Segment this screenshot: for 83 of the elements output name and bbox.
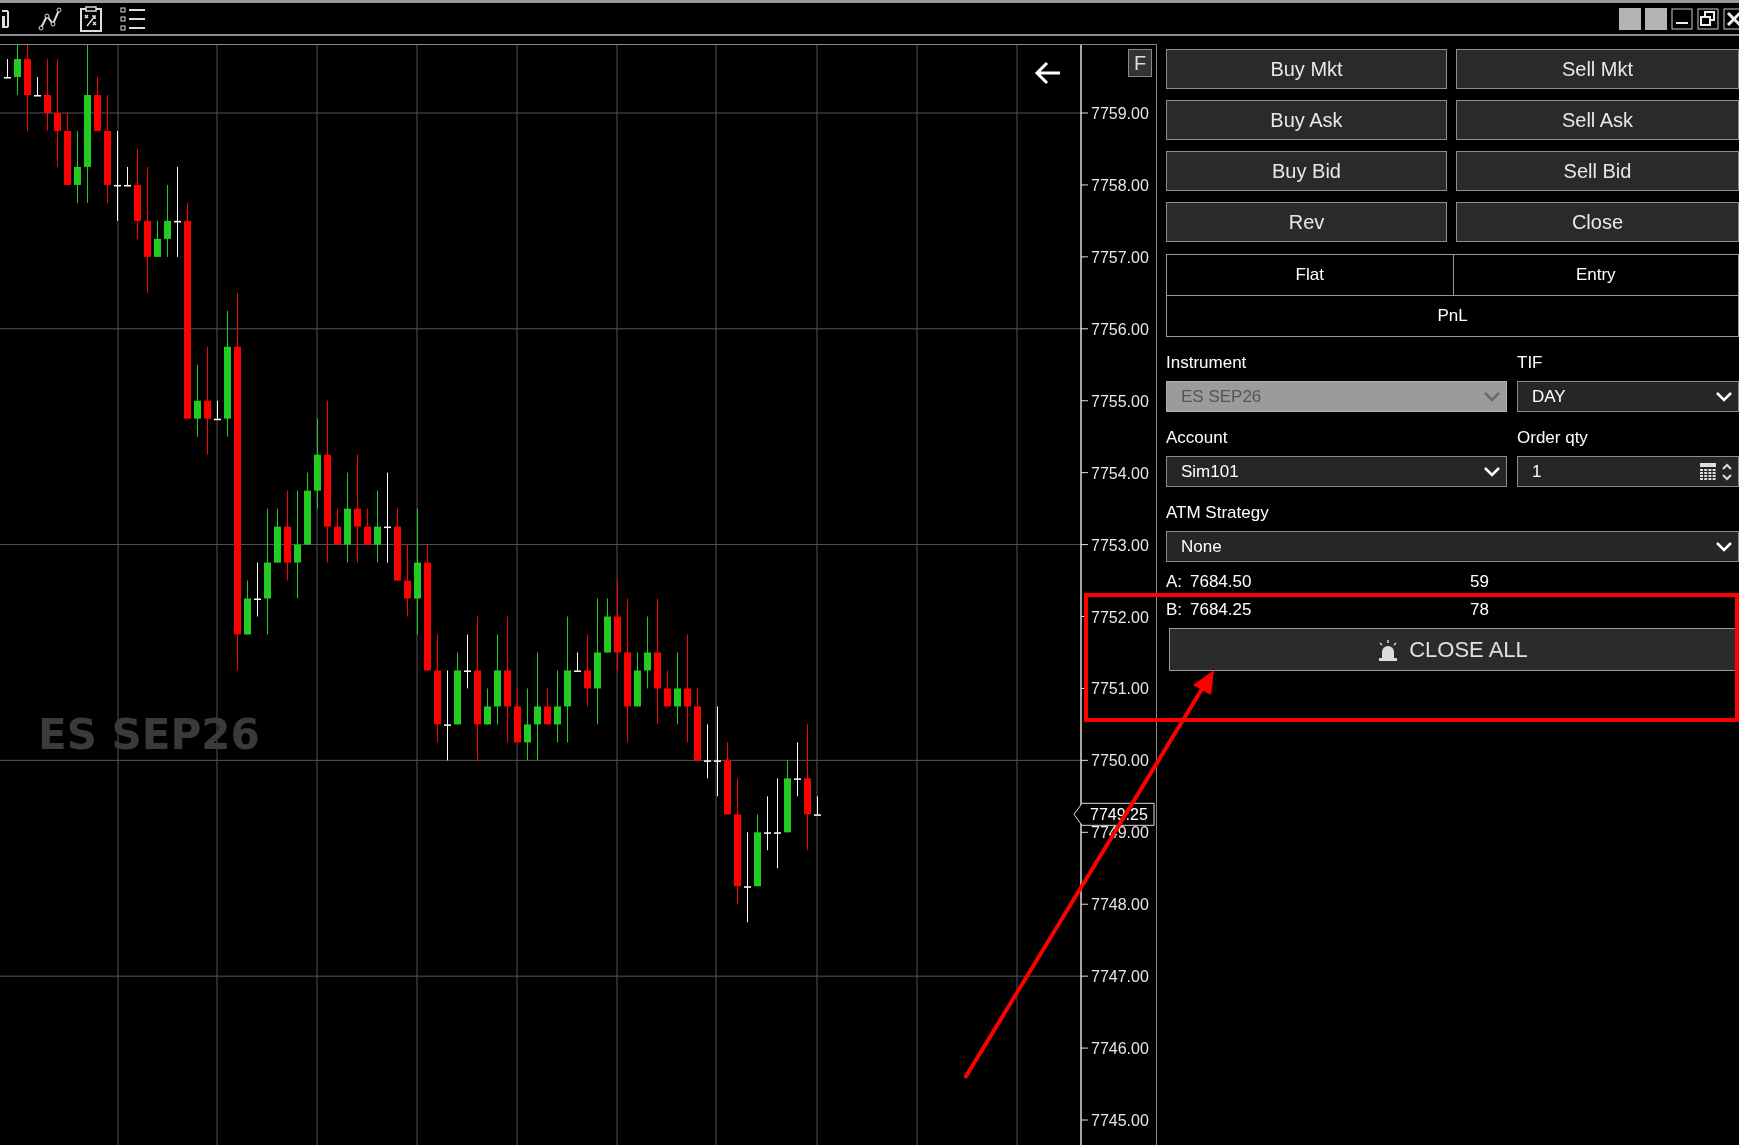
axis-label: 7753.00 xyxy=(1091,536,1149,554)
instrument-watermark: ES SEP26 xyxy=(38,710,260,759)
candle xyxy=(154,220,161,258)
candle xyxy=(574,651,581,672)
dropdown-field[interactable]: DAY xyxy=(1517,381,1739,412)
quote-price: 7684.25 xyxy=(1190,600,1253,620)
clipboard-icon[interactable] xyxy=(80,5,102,32)
candle xyxy=(274,508,281,564)
field-label: ATM Strategy xyxy=(1166,502,1270,524)
spinner-arrows-icon[interactable] xyxy=(1722,461,1732,482)
candle xyxy=(334,508,341,546)
chevron-down-icon xyxy=(1716,541,1732,552)
axis-label: 7750.00 xyxy=(1091,752,1149,770)
candle xyxy=(704,723,711,779)
f-button[interactable]: F xyxy=(1128,49,1152,77)
dropdown-field[interactable]: None xyxy=(1166,531,1739,562)
order-button[interactable]: Buy Mkt xyxy=(1166,49,1447,89)
axis-label: 7752.00 xyxy=(1091,608,1149,626)
candle xyxy=(794,741,801,797)
candle xyxy=(214,400,221,421)
close-icon[interactable] xyxy=(1723,7,1739,30)
axis-label: 7759.00 xyxy=(1091,105,1149,122)
field-label: Account xyxy=(1166,427,1229,449)
chevron-down-icon xyxy=(1484,391,1500,402)
list-icon[interactable] xyxy=(120,6,146,31)
pnl-cell: PnL xyxy=(1167,295,1738,336)
order-button[interactable]: Sell Ask xyxy=(1456,100,1739,140)
alarm-light-icon xyxy=(1377,638,1400,661)
candle xyxy=(664,669,671,707)
back-arrow-icon[interactable] xyxy=(1034,61,1062,85)
candle xyxy=(814,795,821,816)
dropdown-field[interactable]: Sim101 xyxy=(1166,456,1507,487)
axis-label: 7746.00 xyxy=(1091,1040,1149,1058)
minimize-icon[interactable] xyxy=(1671,7,1693,30)
order-button[interactable]: Buy Ask xyxy=(1166,100,1447,140)
axis-label: 7747.00 xyxy=(1091,968,1149,986)
order-button[interactable]: Sell Mkt xyxy=(1456,49,1739,89)
candle xyxy=(484,687,491,725)
order-button[interactable]: Rev xyxy=(1166,202,1447,242)
order-button[interactable]: Sell Bid xyxy=(1456,151,1739,191)
candle xyxy=(94,76,101,132)
quote-size: 78 xyxy=(1470,600,1490,620)
order-button[interactable]: Buy Bid xyxy=(1166,151,1447,191)
candle xyxy=(764,795,771,851)
position-cell-text: Flat xyxy=(1294,264,1325,286)
candle xyxy=(244,580,251,635)
restore-icon[interactable] xyxy=(1697,7,1719,30)
quote-side: A: xyxy=(1166,572,1184,592)
quantity-field[interactable]: 1 xyxy=(1517,456,1739,487)
axis-label: 7745.00 xyxy=(1091,1112,1149,1129)
candle xyxy=(364,508,371,546)
candle xyxy=(634,651,641,707)
axis-label: 7748.00 xyxy=(1091,896,1149,914)
candle xyxy=(254,562,261,617)
quote-size: 59 xyxy=(1470,572,1490,592)
axis-label: 7754.00 xyxy=(1091,464,1149,482)
field-label: Order qty xyxy=(1517,427,1589,449)
quote-price: 7684.50 xyxy=(1190,572,1253,592)
position-cell: Entry xyxy=(1452,255,1738,295)
close-all-button[interactable]: CLOSE ALL xyxy=(1169,628,1736,671)
chevron-down-icon xyxy=(1716,391,1732,402)
candle xyxy=(544,687,551,725)
axis-label: 7758.00 xyxy=(1091,176,1149,194)
order-button[interactable]: Close xyxy=(1456,202,1739,242)
candle xyxy=(124,166,131,187)
candle xyxy=(604,598,611,653)
candle xyxy=(464,634,471,689)
line-chart-icon[interactable] xyxy=(38,6,62,31)
candle xyxy=(14,45,21,96)
calculator-icon[interactable] xyxy=(1700,462,1716,481)
window-button[interactable] xyxy=(1645,7,1667,30)
candle xyxy=(34,76,41,97)
axis-label: 7755.00 xyxy=(1091,392,1149,410)
window-button[interactable] xyxy=(1619,7,1641,30)
axis-label: 7757.00 xyxy=(1091,248,1149,266)
candle xyxy=(514,687,521,743)
field-label: TIF xyxy=(1517,352,1544,374)
candle xyxy=(4,58,11,79)
axis-label: 7751.00 xyxy=(1091,680,1149,698)
quote-side: B: xyxy=(1166,600,1184,620)
chevron-down-icon xyxy=(1484,466,1500,477)
axis-label: 7756.00 xyxy=(1091,320,1149,338)
field-label: Instrument xyxy=(1166,352,1248,374)
